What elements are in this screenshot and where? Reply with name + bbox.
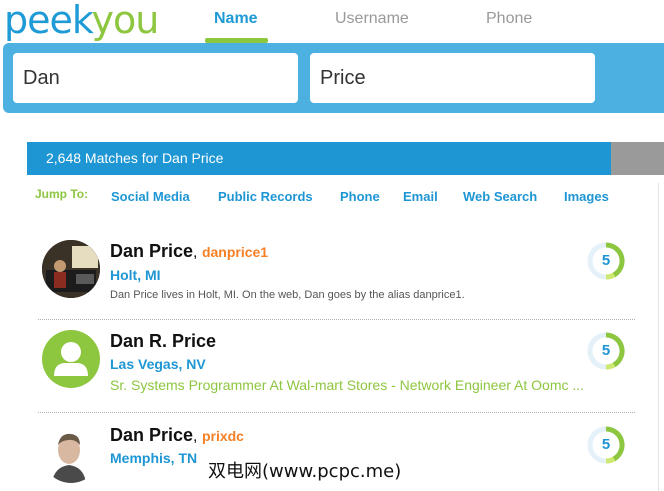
result-location[interactable]: Las Vegas, NV: [110, 356, 206, 372]
avatar-photo[interactable]: [42, 425, 100, 483]
jump-link-email[interactable]: Email: [403, 189, 438, 204]
score-value: 5: [601, 342, 611, 359]
result-description: Dan Price lives in Holt, MI. On the web,…: [110, 289, 465, 301]
results-bar-side: [611, 142, 664, 175]
jump-to-label: Jump To:: [35, 187, 89, 201]
name-separator: ,: [193, 428, 202, 445]
logo-you: you: [91, 0, 160, 42]
score-value: 5: [601, 252, 611, 269]
score-ring: 5: [586, 331, 626, 371]
result-alias[interactable]: danprice1: [202, 244, 268, 260]
jump-link-social-media[interactable]: Social Media: [111, 189, 190, 204]
first-name-input[interactable]: [13, 53, 298, 103]
tab-username[interactable]: Username: [335, 10, 409, 44]
default-avatar[interactable]: [42, 330, 100, 388]
person-silhouette-icon: [54, 342, 88, 376]
avatar-photo[interactable]: [42, 240, 100, 298]
peekyou-page: peekyou Name Username Phone 2,648 Matche…: [0, 0, 664, 491]
result-location[interactable]: Holt, MI: [110, 267, 161, 283]
result-name-text: Dan R. Price: [110, 331, 217, 351]
photo-placeholder-icon: [42, 425, 100, 483]
logo-peek: peek: [4, 0, 93, 42]
result-name-text: Dan Price: [110, 241, 194, 261]
result-item[interactable]: Dan Price, danprice1 Holt, MI Dan Price …: [38, 238, 635, 308]
result-location[interactable]: Memphis, TN: [110, 450, 197, 466]
jump-link-public-records[interactable]: Public Records: [218, 189, 313, 204]
jump-link-web-search[interactable]: Web Search: [463, 189, 537, 204]
result-alias[interactable]: prixdc: [202, 428, 244, 444]
result-name-text: Dan Price: [110, 425, 194, 445]
name-separator: ,: [193, 244, 202, 261]
site-watermark: 双电网(www.pcpc.me): [208, 461, 402, 482]
right-divider-line: [658, 183, 659, 491]
matches-count-bar: 2,648 Matches for Dan Price: [27, 142, 611, 175]
score-ring: 5: [586, 241, 626, 281]
score-ring: 5: [586, 425, 626, 465]
tab-phone[interactable]: Phone: [486, 10, 532, 44]
jump-link-phone[interactable]: Phone: [340, 189, 380, 204]
result-divider: [38, 319, 635, 320]
result-name[interactable]: Dan Price, danprice1: [110, 241, 268, 262]
result-name[interactable]: Dan R. Price: [110, 331, 216, 352]
result-description: Sr. Systems Programmer At Wal-mart Store…: [110, 377, 585, 393]
jump-link-images[interactable]: Images: [564, 189, 609, 204]
score-value: 5: [601, 436, 611, 453]
last-name-input[interactable]: [310, 53, 595, 103]
result-divider: [38, 412, 635, 413]
result-item[interactable]: Dan R. Price Las Vegas, NV Sr. Systems P…: [38, 330, 635, 400]
photo-placeholder-icon: [42, 240, 100, 298]
result-name[interactable]: Dan Price, prixdc: [110, 425, 244, 446]
peekyou-logo[interactable]: peekyou: [4, 0, 160, 42]
